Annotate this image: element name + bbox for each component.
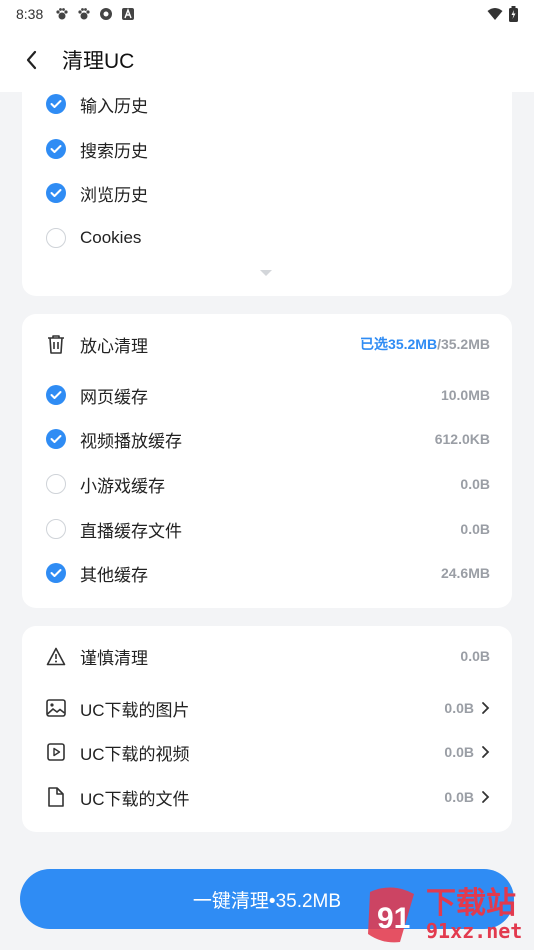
selected-size: 已选35.2MB/35.2MB	[360, 334, 490, 354]
checkbox-checked[interactable]	[46, 94, 66, 114]
careful-item-videos[interactable]: UC下载的视频 0.0B	[46, 738, 490, 766]
check-icon	[50, 100, 62, 108]
history-item-search[interactable]: 搜索历史	[46, 135, 490, 163]
chevron-right-icon	[482, 702, 490, 714]
checkbox-unchecked[interactable]	[46, 474, 66, 494]
back-button[interactable]	[18, 46, 46, 74]
careful-clean-title: 谨慎清理	[80, 648, 148, 668]
wifi-icon	[487, 8, 503, 20]
watermark-logo-icon: 91	[368, 887, 414, 943]
a-box-icon	[122, 8, 135, 20]
safe-item-live-cache[interactable]: 直播缓存文件 0.0B	[46, 515, 490, 543]
total-amount: /35.2MB	[437, 336, 490, 352]
checkbox-checked[interactable]	[46, 183, 66, 203]
status-time: 8:38	[16, 6, 44, 22]
chevron-left-icon	[26, 50, 37, 70]
video-icon	[46, 742, 66, 762]
safe-item-other-cache[interactable]: 其他缓存 24.6MB	[46, 559, 490, 587]
careful-item-size: 0.0B	[444, 744, 474, 760]
watermark-brand: 下载站	[426, 887, 516, 920]
warning-icon	[46, 646, 66, 666]
history-item-browse[interactable]: 浏览历史	[46, 179, 490, 207]
status-bar: 8:38	[0, 0, 534, 28]
safe-item-label: 网页缓存	[80, 387, 148, 407]
watermark-domain: 91xz.net	[426, 919, 523, 943]
watermark: 91 下载站 91xz.net	[362, 882, 528, 948]
safe-clean-title: 放心清理	[80, 336, 148, 356]
careful-clean-header: 谨慎清理 0.0B	[46, 642, 490, 670]
careful-item-files[interactable]: UC下载的文件 0.0B	[46, 783, 490, 811]
history-item-cookies[interactable]: Cookies	[46, 224, 490, 252]
check-icon	[50, 145, 62, 153]
careful-item-label: UC下载的图片	[80, 700, 190, 720]
safe-clean-card: 放心清理 已选35.2MB/35.2MB 网页缓存 10.0MB 视频播放缓存 …	[22, 314, 512, 608]
history-item-label: 浏览历史	[80, 185, 148, 205]
svg-text:91: 91	[377, 902, 410, 935]
safe-item-size: 612.0KB	[434, 431, 490, 447]
check-icon	[50, 391, 62, 399]
checkbox-unchecked[interactable]	[46, 519, 66, 539]
check-icon	[50, 189, 62, 197]
chevron-right-icon	[482, 746, 490, 758]
selected-amount: 已选35.2MB	[360, 336, 438, 352]
trash-icon	[46, 334, 66, 354]
check-icon	[50, 435, 62, 443]
safe-item-web-cache[interactable]: 网页缓存 10.0MB	[46, 381, 490, 409]
chevron-right-icon	[482, 791, 490, 803]
safe-item-size: 0.0B	[460, 476, 490, 492]
careful-item-images[interactable]: UC下载的图片 0.0B	[46, 694, 490, 722]
history-item-label: Cookies	[80, 228, 142, 247]
safe-item-label: 视频播放缓存	[80, 431, 182, 451]
safe-item-game-cache[interactable]: 小游戏缓存 0.0B	[46, 470, 490, 498]
safe-item-size: 0.0B	[460, 521, 490, 537]
check-icon	[50, 569, 62, 577]
careful-clean-size: 0.0B	[460, 648, 490, 664]
careful-item-size: 0.0B	[444, 789, 474, 805]
safe-clean-header: 放心清理 已选35.2MB/35.2MB	[46, 330, 490, 358]
history-item-label: 搜索历史	[80, 141, 148, 161]
expand-arrow-icon[interactable]	[259, 268, 273, 278]
paw-icon	[78, 8, 90, 20]
safe-item-label: 小游戏缓存	[80, 476, 165, 496]
careful-item-size: 0.0B	[444, 700, 474, 716]
checkbox-checked[interactable]	[46, 563, 66, 583]
history-item-input[interactable]: 输入历史	[46, 90, 490, 118]
careful-item-label: UC下载的视频	[80, 744, 190, 764]
checkbox-checked[interactable]	[46, 139, 66, 159]
aperture-icon	[100, 8, 113, 20]
checkbox-checked[interactable]	[46, 385, 66, 405]
checkbox-unchecked[interactable]	[46, 228, 66, 248]
safe-item-size: 24.6MB	[440, 565, 490, 581]
history-item-label: 输入历史	[80, 96, 148, 116]
careful-item-label: UC下载的文件	[80, 789, 190, 809]
checkbox-checked[interactable]	[46, 429, 66, 449]
careful-clean-card: 谨慎清理 0.0B UC下载的图片 0.0B UC下载的视频 0.0B UC下载…	[22, 626, 512, 832]
file-icon	[46, 787, 66, 807]
safe-item-label: 直播缓存文件	[80, 521, 182, 541]
image-icon	[46, 698, 66, 718]
battery-icon	[509, 6, 518, 22]
paw-icon	[56, 8, 68, 20]
safe-item-label: 其他缓存	[80, 565, 148, 585]
history-card: 输入历史 搜索历史 浏览历史 Cookies	[22, 82, 512, 296]
safe-item-size: 10.0MB	[440, 387, 490, 403]
safe-item-video-cache[interactable]: 视频播放缓存 612.0KB	[46, 425, 490, 453]
page-title: 清理UC	[62, 50, 135, 73]
